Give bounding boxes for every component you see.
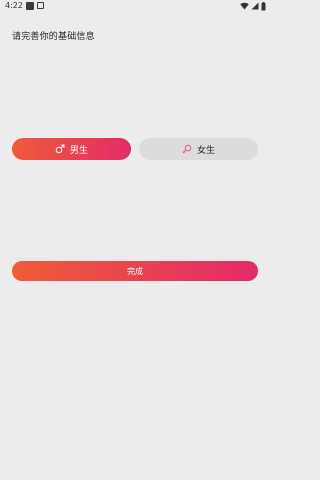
app-square-icon xyxy=(26,2,34,10)
battery-icon xyxy=(261,1,266,11)
status-bar: 4:22 xyxy=(0,0,270,12)
female-option-button[interactable]: 女生 xyxy=(139,138,258,160)
male-symbol-icon xyxy=(55,144,65,154)
wifi-icon xyxy=(240,2,249,10)
signal-icon xyxy=(251,2,259,10)
male-option-label: 男生 xyxy=(69,145,88,156)
notification-icon xyxy=(37,2,44,9)
submit-button[interactable]: 完成 xyxy=(12,261,258,281)
male-option-button[interactable]: 男生 xyxy=(12,138,131,160)
gender-selector: 男生 女生 xyxy=(12,138,258,160)
female-symbol-icon xyxy=(182,144,192,154)
female-option-label: 女生 xyxy=(196,145,215,156)
status-time: 4:22 xyxy=(5,1,23,10)
page-title: 请完善你的基础信息 xyxy=(12,32,95,42)
status-indicators xyxy=(240,1,266,11)
